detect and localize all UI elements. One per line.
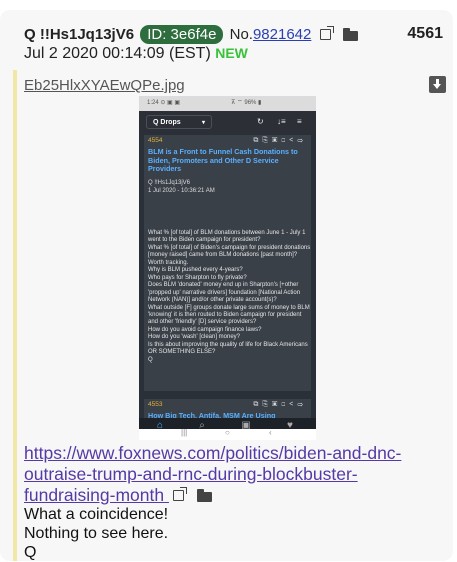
post-text-line: Nothing to see here. (24, 525, 169, 542)
phone-system-nav: ||| ○ ‹ (139, 428, 316, 440)
drop-date: 1 Jul 2020 - 10:36:21 AM (148, 188, 215, 194)
menu-icon: ≡ (297, 117, 302, 126)
drops-dropdown: Q Drops ▾ (146, 115, 212, 129)
recents-icon: ||| (181, 428, 188, 437)
post-header: Q !!Hs1Jq13jV6 ID: 3e6f4e No.9821642 (24, 25, 358, 44)
refresh-icon: ↻ (257, 117, 264, 126)
status-left: 1:24 ⊙ ▣ ▣ (147, 100, 181, 106)
article-link-text[interactable]: https://www.foxnews.com/politics/biden-a… (24, 443, 401, 505)
post-number-link[interactable]: 9821642 (253, 26, 311, 43)
status-right: ⊼ ⌔ 96% ▮ (231, 100, 262, 106)
folder-icon[interactable] (342, 27, 358, 41)
phone-status-bar: 1:24 ⊙ ▣ ▣ ⊼ ⌔ 96% ▮ (139, 96, 316, 111)
folder-icon[interactable] (196, 489, 212, 502)
attached-screenshot[interactable]: 1:24 ⊙ ▣ ▣ ⊼ ⌔ 96% ▮ Q Drops ▾ ↻ ↓≡ ≡ 45… (139, 96, 316, 440)
post-text-line: What a coincidence! (24, 506, 169, 523)
chevron-down-icon: ▾ (201, 120, 205, 126)
external-link-icon[interactable] (172, 487, 187, 501)
app-toolbar: Q Drops ▾ ↻ ↓≡ ≡ (139, 111, 316, 133)
drop-meta: Q !!Hs1Jq13jV6 1 Jul 2020 - 10:36:21 AM (148, 179, 215, 195)
drop-title: BLM is a Front to Funnel Cash Donations … (148, 147, 298, 174)
home-circle-icon: ○ (225, 428, 230, 437)
drop-number: 4554 (148, 137, 163, 144)
new-badge: NEW (215, 45, 248, 61)
dropdown-label: Q Drops (153, 119, 181, 126)
download-icon[interactable] (429, 76, 446, 93)
sort-icon: ↓≡ (277, 117, 286, 126)
post-accent-bar (13, 70, 17, 561)
poster-id-badge[interactable]: ID: 3e6f4e (140, 25, 224, 44)
post-signature: Q (24, 544, 37, 561)
post-date-text: Jul 2 2020 00:14:09 (EST) (24, 45, 211, 62)
attachment-filename[interactable]: Eb25HlxXYAEwQPe.jpg (24, 77, 185, 94)
post-number-prefix: No. (229, 26, 253, 43)
drop-post: 4554 ⧉⎘▣◻<⇨ BLM is a Front to Funnel Cas… (144, 135, 311, 391)
article-link[interactable]: https://www.foxnews.com/politics/biden-a… (24, 443, 434, 506)
drop-number: 4553 (148, 401, 163, 408)
drop-author: Q !!Hs1Jq13jV6 (148, 180, 191, 186)
back-icon: ‹ (269, 428, 272, 437)
external-link-icon[interactable] (319, 25, 334, 40)
drop-action-icons: ⧉⎘▣◻<⇨ (253, 137, 307, 144)
drop-action-icons: ⧉⎘▣◻<⇨ (253, 401, 307, 408)
post-author: Q !!Hs1Jq13jV6 (24, 26, 135, 43)
drop-body: What % [of total] of BLM donations betwe… (148, 230, 311, 363)
reply-count: 4561 (407, 25, 443, 42)
post-date: Jul 2 2020 00:14:09 (EST) NEW (24, 45, 248, 63)
